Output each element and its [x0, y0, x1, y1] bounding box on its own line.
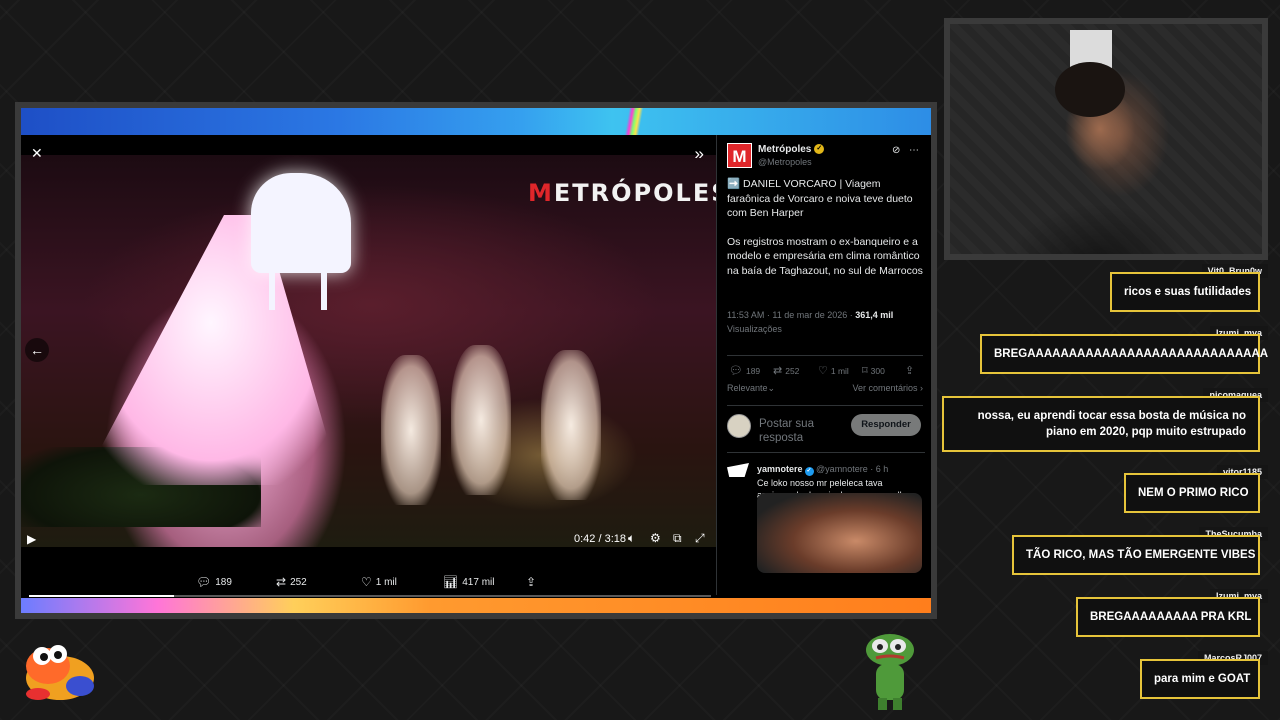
reply-composer: Postar sua resposta Responder — [727, 405, 923, 445]
close-icon[interactable]: ✕ — [31, 146, 43, 160]
webcam-frame — [944, 18, 1268, 260]
chat-message: vitor1185 NEM O PRIMO RICO — [1116, 465, 1268, 513]
reply-icon: 💬︎ — [196, 575, 212, 589]
top-banner — [21, 108, 931, 135]
media-reply-button[interactable]: 💬︎ 189 — [196, 575, 232, 589]
comment-item[interactable]: yamnotere ✓ @yamnotere · 6 h Ce loko noss… — [727, 452, 925, 512]
chat-message-text: NEM O PRIMO RICO — [1124, 473, 1260, 513]
fullscreen-icon[interactable]: ⤢ — [695, 532, 705, 544]
chat-message: Izumi_mya BREGAAAAAAAAAAAAAAAAAAAAAAAAAAA… — [972, 326, 1268, 374]
repost-icon: ⇄ — [773, 365, 783, 377]
avatar[interactable]: M — [727, 143, 752, 168]
metropoles-watermark: METRÓPOLES — [528, 179, 716, 207]
chat-message-text: BREGAAAAAAAAA PRA KRL — [1076, 597, 1260, 637]
browser-capture: METRÓPOLES ✕ » ← ▶ 0:42 / 3:18 🔈︎ ⚙ ⧉ ⤢ … — [15, 102, 937, 619]
share-button[interactable]: ⇪ — [905, 364, 914, 377]
sort-row: Relevante⌄ Ver comentários › — [727, 383, 923, 394]
author-handle[interactable]: @Metropoles — [758, 157, 812, 167]
previous-arrow-icon[interactable]: ← — [25, 338, 49, 362]
avatar[interactable] — [727, 463, 749, 477]
reply-button[interactable]: 💬︎ 189 — [729, 364, 760, 377]
heart-icon: ♡ — [818, 365, 828, 377]
share-icon: ⇪ — [905, 365, 915, 377]
like-button[interactable]: ♡ 1 mil — [818, 364, 849, 377]
tweet-timestamp[interactable]: 11:53 AM · 11 de mar de 2026 · — [727, 310, 855, 320]
video-viewer: METRÓPOLES ✕ » ← ▶ 0:42 / 3:18 🔈︎ ⚙ ⧉ ⤢ … — [21, 135, 716, 595]
avatar — [727, 414, 751, 438]
comment-image[interactable] — [757, 493, 922, 573]
tweet-views-label: Visualizações — [727, 324, 782, 334]
reply-submit-button[interactable]: Responder — [851, 414, 921, 436]
chat-message-text: ricos e suas futilidades — [1110, 272, 1260, 312]
verified-badge-icon: ✓ — [804, 467, 814, 476]
mascot-emote-icon — [26, 645, 94, 700]
chat-message: MarcosRJ007 para mim e GOAT — [1132, 651, 1268, 699]
tweet-header: M Metrópoles ✓ @Metropoles ⊘ ⋯ — [727, 143, 922, 169]
tweet-body: ➡️ DANIEL VORCARO | Viagem faraônica de … — [727, 177, 925, 278]
video-time: 0:42 / 3:18 — [574, 533, 627, 545]
repost-button[interactable]: ⇄ 252 — [773, 364, 799, 377]
pip-icon[interactable]: ⧉ — [673, 532, 682, 544]
reply-icon: 💬︎ — [729, 365, 743, 377]
author-name[interactable]: Metrópoles ✓ — [758, 144, 825, 155]
media-like-button[interactable]: ♡ 1 mil — [361, 575, 397, 589]
settings-icon[interactable]: ⚙ — [650, 532, 661, 544]
chevron-down-icon: ⌄ — [767, 383, 776, 393]
tweet-paragraph: Os registros mostram o ex-banqueiro e a … — [727, 235, 923, 277]
media-share-button[interactable]: ⇪ — [526, 575, 536, 589]
see-comments-link[interactable]: Ver comentários › — [852, 383, 923, 393]
repost-icon: ⇄ — [276, 575, 287, 589]
bookmark-button[interactable]: ⌑ 300 — [862, 364, 885, 377]
video-progress-bar[interactable] — [29, 595, 711, 597]
collapse-panel-icon[interactable]: » — [695, 145, 704, 162]
tweet-meta: 11:53 AM · 11 de mar de 2026 · 361,4 mil… — [727, 308, 925, 336]
chevron-right-icon: › — [920, 383, 923, 393]
webcam-feed — [950, 24, 1262, 254]
tweet-panel: M Metrópoles ✓ @Metropoles ⊘ ⋯ ➡️ DANIEL … — [716, 135, 929, 595]
tweet-views-count: 361,4 mil — [855, 310, 894, 320]
chat-message: nicomaquea nossa, eu aprendi tocar essa b… — [934, 388, 1268, 454]
reply-input[interactable]: Postar sua resposta — [759, 417, 849, 443]
chat-message: Izumi_mya BREGAAAAAAAAA PRA KRL — [1068, 589, 1268, 637]
chat-message-text: nossa, eu aprendi tocar essa bosta de mú… — [942, 396, 1260, 452]
share-icon: ⇪ — [526, 575, 537, 589]
heart-icon: ♡ — [361, 575, 372, 589]
tweet-actions: 💬︎ 189 ⇄ 252 ♡ 1 mil ⌑ 300 ⇪ — [727, 355, 923, 377]
video-progress-fill — [29, 595, 175, 597]
sort-dropdown[interactable]: Relevante⌄ — [727, 383, 775, 393]
chat-message-text: TÃO RICO, MAS TÃO EMERGENTE VIBES — [1012, 535, 1260, 575]
video-frame[interactable]: METRÓPOLES — [21, 155, 716, 547]
grok-icon[interactable]: ⊘ — [892, 145, 900, 156]
bottom-banner — [21, 598, 931, 613]
media-views[interactable]: 📊︎ 417 mil — [443, 575, 494, 589]
x-media-viewer: METRÓPOLES ✕ » ← ▶ 0:42 / 3:18 🔈︎ ⚙ ⧉ ⤢ … — [21, 108, 931, 613]
pepe-emote-icon — [866, 634, 914, 710]
media-repost-button[interactable]: ⇄ 252 — [276, 575, 307, 589]
verified-badge-icon: ✓ — [814, 144, 825, 155]
more-options-icon[interactable]: ⋯ — [909, 145, 919, 156]
tweet-paragraph: ➡️ DANIEL VORCARO | Viagem faraônica de … — [727, 178, 913, 219]
chat-message-text: BREGAAAAAAAAAAAAAAAAAAAAAAAAAAAAA — [980, 334, 1268, 374]
chat-message-text: para mim e GOAT — [1140, 659, 1260, 699]
views-icon: 📊︎ — [443, 575, 459, 589]
play-icon[interactable]: ▶ — [27, 533, 36, 545]
bookmark-icon: ⌑ — [862, 365, 868, 377]
chat-message: TheSucumba TÃO RICO, MAS TÃO EMERGENTE VI… — [1004, 527, 1268, 575]
piano-shape — [251, 173, 351, 273]
comment-author[interactable]: yamnotere ✓ @yamnotere · 6 h — [757, 464, 888, 476]
media-engagement-bar: 💬︎ 189 ⇄ 252 ♡ 1 mil 📊︎ 417 mil ⇪ — [196, 575, 556, 591]
volume-icon[interactable]: 🔈︎ — [628, 532, 635, 544]
chat-message: Vit0_Brun0w ricos e suas futilidades — [1102, 264, 1268, 312]
